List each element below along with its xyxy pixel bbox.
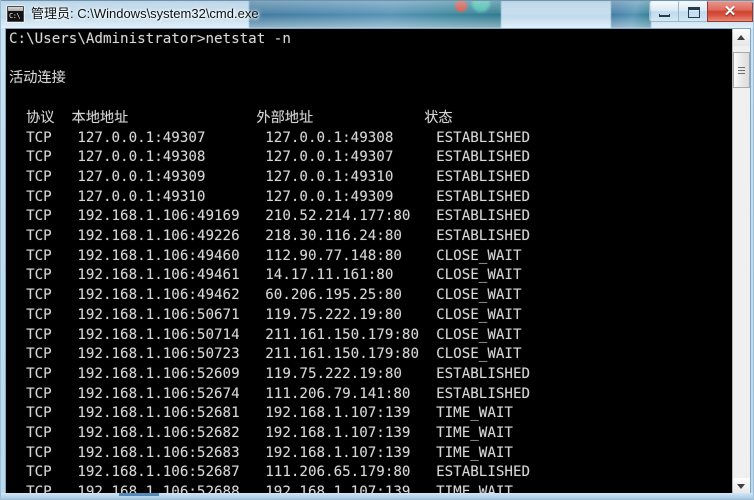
cmd-icon-titlebar	[8, 7, 23, 11]
maximize-icon	[688, 7, 700, 18]
close-icon: ✕	[723, 3, 737, 20]
taskbar-accent-strip	[119, 493, 159, 496]
console-client-area: C:\Users\Administrator>netstat -n 活动连接 协…	[5, 28, 751, 496]
console-scrollbar[interactable]	[732, 29, 750, 495]
chevron-down-icon	[737, 484, 745, 489]
scrollbar-grip-line	[738, 73, 745, 74]
console-text: C:\Users\Administrator>netstat -n 活动连接 协…	[9, 31, 531, 495]
chevron-up-icon	[737, 35, 745, 40]
scroll-up-button[interactable]	[733, 29, 750, 46]
cmd-icon-prompt-text: C:\	[9, 12, 21, 20]
glass-wallpaper-bleed	[249, 0, 501, 28]
window-bottom-frame	[1, 493, 753, 499]
console-output-surface[interactable]: C:\Users\Administrator>netstat -n 活动连接 协…	[6, 29, 733, 495]
minimize-button[interactable]	[649, 1, 679, 22]
cmd-console-icon[interactable]: C:\	[7, 6, 24, 22]
scrollbar-thumb[interactable]	[733, 52, 750, 88]
glass-wallpaper-bleed-right	[611, 0, 651, 28]
scrollbar-grip-line	[738, 70, 745, 71]
scrollbar-grip-line	[738, 67, 745, 68]
titlebar-top-border	[1, 0, 753, 1]
window-title: 管理员: C:\Windows\system32\cmd.exe	[31, 6, 259, 21]
maximize-button[interactable]	[678, 1, 708, 22]
title-bar[interactable]: C:\ 管理员: C:\Windows\system32\cmd.exe ✕	[1, 0, 753, 28]
cmd-window: C:\ 管理员: C:\Windows\system32\cmd.exe ✕ C…	[0, 0, 754, 500]
close-button[interactable]: ✕	[707, 1, 753, 22]
minimize-icon	[659, 14, 670, 17]
window-controls: ✕	[649, 1, 753, 23]
